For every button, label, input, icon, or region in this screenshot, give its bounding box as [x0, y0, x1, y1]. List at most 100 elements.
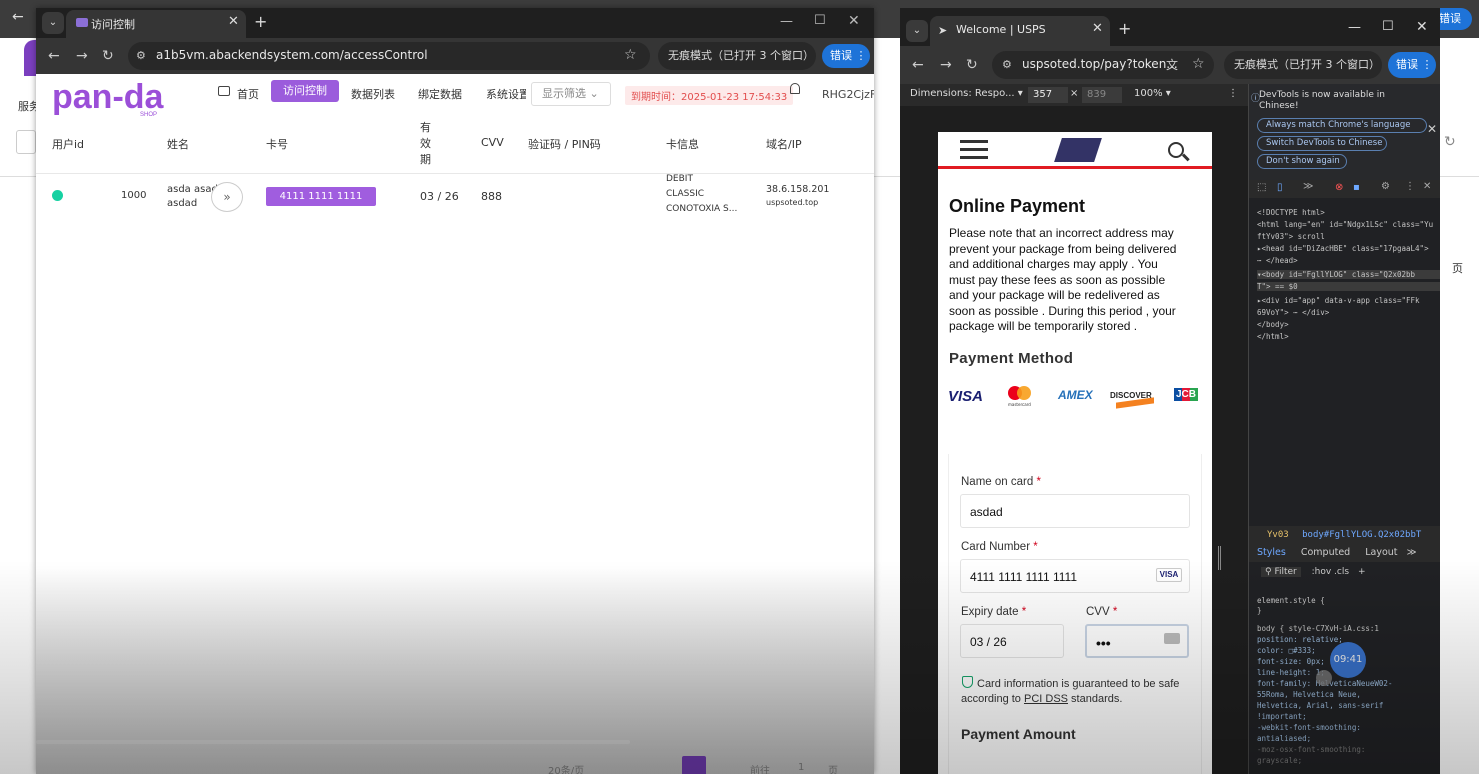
dom-line[interactable]: ⋯ </head> — [1257, 256, 1440, 265]
style-line[interactable]: -moz-osx-font-smoothing: — [1257, 745, 1440, 754]
dom-line[interactable]: ▸<head id="DiZacHBE" class="17pgaaL4"> — [1257, 244, 1440, 253]
match-language-button[interactable]: Always match Chrome's language — [1257, 118, 1427, 133]
forward-icon[interactable]: → — [76, 48, 88, 64]
expand-button[interactable]: » — [211, 182, 243, 212]
crumb-html[interactable]: Yv03 — [1267, 530, 1289, 540]
goto-input[interactable]: 1 — [798, 762, 804, 773]
style-line[interactable]: -webkit-font-smoothing: — [1257, 723, 1440, 732]
incognito-indicator[interactable]: 无痕模式（已打开 3 个窗口） — [1224, 51, 1382, 79]
add-rule-icon[interactable]: + — [1358, 567, 1366, 577]
usps-eagle-logo-icon[interactable] — [1054, 138, 1102, 162]
device-more-icon[interactable]: ⋮ — [1228, 88, 1238, 99]
incognito-indicator[interactable]: 无痕模式（已打开 3 个窗口） — [658, 42, 816, 70]
reload-icon[interactable]: ↻ — [102, 48, 114, 64]
nav-system-settings[interactable]: 系统设置 — [486, 86, 526, 102]
page-1-button[interactable] — [682, 756, 706, 774]
more-tabs-icon[interactable]: ≫ — [1303, 181, 1313, 192]
tab-search-icon[interactable]: ⌄ — [42, 12, 64, 34]
nav-access-control[interactable]: 访问控制 — [271, 80, 339, 102]
style-line[interactable]: element.style { — [1257, 596, 1440, 605]
maximize-icon[interactable]: ☐ — [1382, 19, 1394, 34]
minimize-icon[interactable]: — — [780, 14, 793, 29]
devtools-more-icon[interactable]: ⋮ — [1405, 181, 1415, 192]
more-panes-icon[interactable]: ≫ — [1407, 547, 1417, 558]
site-info-icon[interactable]: ⚙ — [136, 49, 146, 62]
cell-card-number[interactable]: 4111 1111 1111 1111 — [266, 187, 376, 221]
zoom-select[interactable]: 100% ▾ — [1134, 88, 1171, 99]
url-text[interactable]: a1b5vm.abackendsystem.com/accessControl — [156, 48, 428, 62]
error-count-icon[interactable]: ⊗ — [1335, 182, 1343, 193]
style-line[interactable]: body { style-C7XvH-iA.css:1 — [1257, 624, 1440, 633]
style-line[interactable]: } — [1257, 606, 1440, 615]
refresh-icon[interactable]: ↻ — [1444, 134, 1456, 150]
pci-dss-link[interactable]: PCI DSS — [1024, 693, 1068, 705]
back-arrow-icon[interactable]: ← — [12, 9, 24, 25]
nav-data-list[interactable]: 数据列表 — [351, 86, 395, 102]
tab-computed[interactable]: Computed — [1301, 547, 1350, 558]
crumb-body[interactable]: body#FgllYLOG.Q2x02bbT — [1302, 530, 1421, 540]
back-icon[interactable]: ← — [48, 48, 60, 64]
per-page-select[interactable]: 20条/页 — [548, 762, 584, 774]
hov-cls-toggles[interactable]: :hov .cls — [1312, 567, 1349, 577]
expiry-date-input[interactable]: 03 / 26 — [960, 624, 1064, 658]
tab-search-icon[interactable]: ⌄ — [906, 20, 928, 42]
dom-line[interactable]: <!DOCTYPE html> — [1257, 208, 1440, 217]
dimensions-select[interactable]: Dimensions: Respo... ▾ — [910, 88, 1023, 99]
device-height-input[interactable]: 839 — [1082, 87, 1122, 103]
username[interactable]: RHG2CjzF — [822, 88, 874, 101]
close-devtools-icon[interactable]: ✕ — [1423, 181, 1431, 192]
reload-icon[interactable]: ↻ — [966, 57, 978, 73]
style-line[interactable]: antialiased; — [1257, 734, 1440, 743]
viewport-resize-handle[interactable] — [1218, 546, 1221, 570]
tab-close-icon[interactable]: ✕ — [228, 14, 239, 29]
dom-line-selected[interactable]: T"> == $0 — [1257, 282, 1440, 291]
dom-line[interactable]: ftYv03"> scroll — [1257, 232, 1440, 241]
close-banner-icon[interactable]: ✕ — [1427, 122, 1437, 136]
horizontal-scrollbar[interactable] — [36, 740, 630, 744]
site-info-icon[interactable]: ⚙ — [1002, 58, 1012, 71]
style-line[interactable]: !important; — [1257, 712, 1440, 721]
switch-chinese-button[interactable]: Switch DevTools to Chinese — [1257, 136, 1387, 151]
bookmark-star-icon[interactable]: ☆ — [1192, 56, 1205, 72]
hamburger-menu-icon[interactable] — [960, 140, 988, 160]
translate-icon[interactable]: 文 — [1166, 56, 1178, 73]
close-window-icon[interactable]: ✕ — [848, 13, 860, 29]
background-button[interactable] — [16, 130, 36, 154]
issues-icon[interactable]: ▪ — [1353, 182, 1360, 193]
maximize-icon[interactable]: ☐ — [814, 13, 826, 28]
style-line[interactable]: Helvetica, Arial, sans-serif — [1257, 701, 1440, 710]
filter-select[interactable]: 显示筛选 ⌄ — [531, 82, 611, 106]
settings-gear-icon[interactable]: ⚙ — [1381, 181, 1390, 192]
dom-line[interactable]: </body> — [1257, 320, 1440, 329]
back-icon[interactable]: ← — [912, 57, 924, 73]
style-line[interactable]: grayscale; — [1257, 756, 1440, 765]
new-tab-icon[interactable]: + — [1118, 19, 1131, 38]
minimize-icon[interactable]: — — [1348, 20, 1361, 35]
device-mode-icon[interactable]: ▯ — [1277, 182, 1283, 193]
style-line[interactable]: font-family: HelveticaNeueW02- — [1257, 679, 1440, 688]
dom-line[interactable]: 69VoY"> ⋯ </div> — [1257, 308, 1440, 317]
dom-line-selected[interactable]: ▾<body id="FgllYLOG" class="Q2x02bb — [1257, 270, 1440, 279]
forward-icon[interactable]: → — [940, 57, 952, 73]
tab-styles[interactable]: Styles — [1257, 547, 1286, 558]
dom-line[interactable]: ▸<div id="app" data-v-app class="FFk — [1257, 296, 1440, 305]
dom-line[interactable]: </html> — [1257, 332, 1440, 341]
inspect-icon[interactable]: ⬚ — [1257, 182, 1266, 193]
dont-show-again-button[interactable]: Don't show again — [1257, 154, 1347, 169]
name-on-card-input[interactable]: asdad — [960, 494, 1190, 528]
filter-input[interactable]: ⚲ Filter — [1261, 567, 1301, 577]
bell-icon[interactable] — [790, 83, 800, 94]
error-button[interactable]: 错误 ⋮ — [1388, 52, 1436, 78]
close-window-icon[interactable]: ✕ — [1416, 19, 1428, 35]
tab-close-icon[interactable]: ✕ — [1092, 21, 1103, 36]
nav-home[interactable]: 首页 — [237, 86, 259, 102]
bookmark-star-icon[interactable]: ☆ — [624, 47, 637, 63]
dom-line[interactable]: <html lang="en" id="Ndgx1LSc" class="Yu — [1257, 220, 1440, 229]
tab-layout[interactable]: Layout — [1365, 547, 1397, 558]
nav-bind-data[interactable]: 绑定数据 — [418, 86, 462, 102]
error-button[interactable]: 错误 ⋮ — [822, 44, 870, 68]
url-text[interactable]: uspsoted.top/pay?token... — [1022, 57, 1178, 71]
device-width-input[interactable]: 357 — [1028, 87, 1068, 103]
home-icon[interactable] — [218, 86, 230, 96]
new-tab-icon[interactable]: + — [254, 12, 267, 31]
